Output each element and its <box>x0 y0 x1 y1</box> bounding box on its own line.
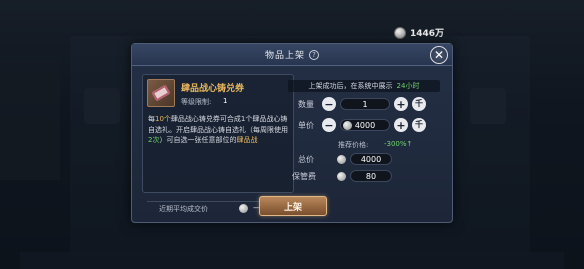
silver-coin-icon <box>337 155 346 164</box>
desc-highlight: 10个 <box>155 115 171 123</box>
close-button[interactable]: ✕ <box>430 46 448 64</box>
notice-text: 上架成功后，在系统中展示 <box>308 82 393 90</box>
deposit-fee-value: 80 <box>350 170 392 182</box>
currency-amount: 1446万 <box>410 29 445 39</box>
help-icon[interactable]: ? <box>309 49 319 60</box>
quantity-minus-button[interactable]: − <box>322 97 336 111</box>
recommended-price-label: 推荐价格: <box>338 141 369 149</box>
dialog-title: 物品上架 <box>264 51 305 61</box>
price-plus-button[interactable]: + <box>394 118 408 132</box>
avg-price-label: 近期平均成交价 <box>159 205 208 213</box>
desc-highlight: 肆品战 <box>236 136 258 144</box>
silver-coin-icon <box>343 121 352 130</box>
desc-highlight: 2次 <box>148 136 160 144</box>
item-description: 每10个肆品战心铸兑券可合成1个肆品战心铸自选礼。开启肆品战心铸自选礼（每周限使… <box>148 114 292 146</box>
quantity-label: 数量 <box>298 100 314 109</box>
list-item-dialog: 物品上架 ? ✕ 肆品战心铸兑券 等级限制: 1 每10个肆品战心铸兑券可合成1… <box>131 43 453 223</box>
quantity-plus-button[interactable]: + <box>394 97 408 111</box>
price-max-button[interactable]: 千 <box>412 118 426 132</box>
level-limit-label: 等级限制: <box>181 98 212 106</box>
total-price-value: 4000 <box>350 153 392 165</box>
ticket-icon <box>151 84 171 102</box>
notice-duration: 24小时 <box>396 82 420 90</box>
currency-display: 1446万 <box>394 26 444 39</box>
unit-price-value: 4000 <box>354 120 376 130</box>
desc-text: ）可自选一张任意部位的 <box>159 136 237 144</box>
recommended-price-percent: -300%↑ <box>384 140 413 148</box>
desc-text: 每 <box>148 115 155 123</box>
level-limit-value: 1 <box>223 97 228 105</box>
quantity-max-button[interactable]: 千 <box>412 97 426 111</box>
display-duration-notice: 上架成功后，在系统中展示 24小时 <box>288 80 440 92</box>
item-name: 肆品战心铸兑券 <box>181 84 245 94</box>
price-minus-button[interactable]: − <box>322 118 336 132</box>
silver-coin-icon <box>394 26 406 39</box>
quantity-input[interactable]: 1 <box>340 98 390 110</box>
silver-coin-icon <box>239 204 248 213</box>
deposit-fee-label: 保管费 <box>292 172 316 181</box>
dialog-header: 物品上架 ? <box>132 44 452 66</box>
total-price-label: 总价 <box>298 155 314 164</box>
silver-coin-icon <box>337 172 346 181</box>
list-item-button[interactable]: 上架 <box>259 196 327 216</box>
unit-price-label: 单价 <box>298 121 314 130</box>
item-info-box: 肆品战心铸兑券 等级限制: 1 每10个肆品战心铸兑券可合成1个肆品战心铸自选礼… <box>142 74 297 213</box>
voucher-item-icon[interactable] <box>147 79 175 107</box>
